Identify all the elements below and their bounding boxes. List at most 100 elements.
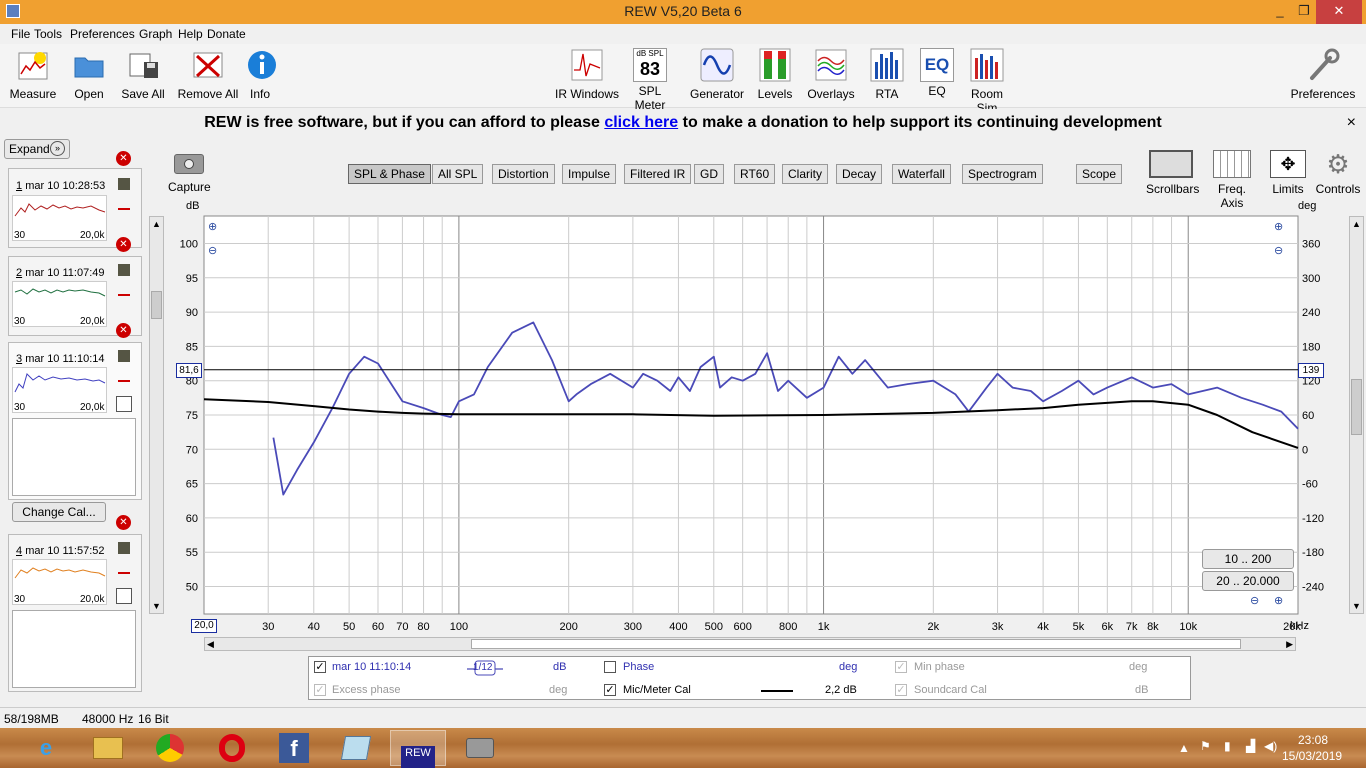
y-tick-label: 75: [186, 410, 198, 422]
x-tick-label: 200: [559, 621, 577, 633]
range-10-200-button[interactable]: 10 .. 200: [1202, 549, 1294, 569]
spl-phase-graph[interactable]: 1009590858075706560555036030024018012060…: [0, 0, 1366, 660]
graph-legend: ✓ mar 10 11:10:14 1/12 dB Phase deg ✓ Mi…: [308, 656, 1191, 700]
graph-horizontal-scrollbar[interactable]: ◀ ▶: [204, 637, 1296, 651]
y-tick-label: 100: [180, 238, 198, 250]
taskbar-camera-icon[interactable]: [452, 730, 508, 766]
deg-tick-label: -60: [1302, 479, 1318, 491]
soundcard-cal-unit: dB: [1135, 684, 1149, 696]
tray-show-hidden-icon[interactable]: ▲: [1178, 741, 1190, 755]
mic-cal-line-sample: [761, 690, 793, 692]
graph-tab-filtered-ir[interactable]: Filtered IR: [624, 164, 692, 184]
soundcard-cal-checkbox: ✓: [895, 684, 907, 696]
graph-tab-spl-phase[interactable]: SPL & Phase: [348, 164, 431, 184]
x-tick-label: 3k: [992, 621, 1004, 633]
y-tick-label: 90: [186, 307, 198, 319]
taskbar-explorer-icon[interactable]: [80, 730, 136, 766]
taskbar-facebook-icon[interactable]: f: [266, 730, 322, 766]
scroll-right-icon[interactable]: ▶: [1286, 638, 1293, 650]
clock-time[interactable]: 23:08: [1298, 733, 1328, 747]
deg-tick-label: 0: [1302, 444, 1308, 456]
graph-tab-waterfall[interactable]: Waterfall: [892, 164, 951, 184]
y-tick-label: 70: [186, 444, 198, 456]
min-phase-label: Min phase: [914, 661, 965, 673]
x-tick-label: 50: [343, 621, 355, 633]
taskbar-chrome-icon[interactable]: [142, 730, 198, 766]
graph-tab-scope[interactable]: Scope: [1076, 164, 1123, 184]
graph-tab-gd[interactable]: GD: [694, 164, 724, 184]
excess-phase-checkbox: ✓: [314, 684, 326, 696]
zoom-in-x-icon[interactable]: ⊕: [1274, 594, 1283, 607]
scroll-left-icon[interactable]: ◀: [207, 638, 214, 650]
range-20-20000-button[interactable]: 20 .. 20.000: [1202, 571, 1294, 591]
graph-tab-decay[interactable]: Decay: [836, 164, 883, 184]
taskbar-rew-icon[interactable]: REW: [390, 730, 446, 768]
smoothing-label[interactable]: 1/12: [473, 662, 492, 673]
excess-phase-unit: deg: [549, 684, 568, 696]
x-tick-label: 30: [262, 621, 274, 633]
x-axis-unit: kHz: [1290, 620, 1309, 632]
x-tick-label: 8k: [1147, 621, 1159, 633]
x-tick-label: 7k: [1126, 621, 1138, 633]
mic-cal-label: Mic/Meter Cal: [623, 684, 691, 696]
taskbar: e f REW ▲ ⚑ ▮ ▟ ◀) 23:08 15/03/2019: [0, 728, 1366, 768]
graph-vertical-scrollbar[interactable]: ▲ ▼: [1349, 216, 1364, 614]
mic-cal-checkbox[interactable]: ✓: [604, 684, 616, 696]
graph-scroll-thumb[interactable]: [1351, 379, 1362, 435]
x-tick-label: 5k: [1073, 621, 1085, 633]
x-tick-label: 800: [779, 621, 797, 633]
soundcard-cal-label: Soundcard Cal: [914, 684, 987, 696]
graph-tab-all-spl[interactable]: All SPL: [432, 164, 484, 184]
graph-tab-distortion[interactable]: Distortion: [492, 164, 555, 184]
y-tick-label: 95: [186, 273, 198, 285]
graph-tab-spectrogram[interactable]: Spectrogram: [962, 164, 1043, 184]
y-tick-label: 50: [186, 582, 198, 594]
graph-scroll-up-icon[interactable]: ▲: [1350, 217, 1363, 231]
graph-tab-rt60[interactable]: RT60: [734, 164, 776, 184]
phase-unit: deg: [839, 661, 858, 673]
phase-checkbox[interactable]: [604, 661, 616, 673]
zoom-out-y-right-icon[interactable]: ⊖: [1274, 244, 1283, 257]
measurement-checkbox[interactable]: ✓: [314, 661, 326, 673]
measurement-legend-label: mar 10 11:10:14: [332, 661, 412, 673]
taskbar-opera-icon[interactable]: [204, 730, 260, 766]
tray-battery-icon[interactable]: ▮: [1224, 739, 1231, 753]
memory-status: 58/198MB: [4, 712, 59, 726]
zoom-in-y-right-icon[interactable]: ⊕: [1274, 220, 1283, 233]
zoom-in-y-left-icon[interactable]: ⊕: [208, 220, 217, 233]
taskbar-ie-icon[interactable]: e: [18, 730, 74, 766]
mic-cal-value: 2,2 dB: [825, 684, 857, 696]
graph-tab-impulse[interactable]: Impulse: [562, 164, 617, 184]
zoom-out-x-icon[interactable]: ⊖: [1250, 594, 1259, 607]
min-phase-checkbox: ✓: [895, 661, 907, 673]
tray-volume-icon[interactable]: ◀): [1264, 739, 1277, 753]
tray-flag-icon[interactable]: ⚑: [1200, 739, 1211, 753]
x-tick-label: 500: [705, 621, 723, 633]
clock-date[interactable]: 15/03/2019: [1282, 749, 1342, 763]
x-tick-label: 10k: [1179, 621, 1197, 633]
status-bar: 58/198MB 48000 Hz 16 Bit: [0, 707, 1366, 728]
bit-depth-status: 16 Bit: [138, 712, 169, 726]
taskbar-rew-label: REW: [401, 746, 435, 768]
deg-tick-label: 240: [1302, 307, 1320, 319]
measurement-unit: dB: [553, 661, 567, 673]
deg-tick-label: 360: [1302, 238, 1320, 250]
deg-tick-label: -180: [1302, 547, 1324, 559]
scroll-thumb-horizontal[interactable]: [471, 639, 1241, 649]
x-tick-label: 300: [624, 621, 642, 633]
x-tick-label: 400: [669, 621, 687, 633]
zoom-out-y-left-icon[interactable]: ⊖: [208, 244, 217, 257]
graph-tab-clarity[interactable]: Clarity: [782, 164, 829, 184]
tray-network-icon[interactable]: ▟: [1246, 739, 1255, 753]
x-tick-label: 2k: [928, 621, 940, 633]
excess-phase-label: Excess phase: [332, 684, 401, 696]
y-tick-label: 65: [186, 479, 198, 491]
taskbar-notepad-icon[interactable]: [328, 730, 384, 766]
min-phase-unit: deg: [1129, 661, 1148, 673]
phase-legend-label: Phase: [623, 661, 655, 673]
deg-tick-label: -240: [1302, 582, 1324, 594]
x-tick-label: 100: [450, 621, 468, 633]
x-tick-label: 60: [372, 621, 384, 633]
deg-tick-label: 180: [1302, 341, 1320, 353]
graph-scroll-down-icon[interactable]: ▼: [1350, 599, 1363, 613]
